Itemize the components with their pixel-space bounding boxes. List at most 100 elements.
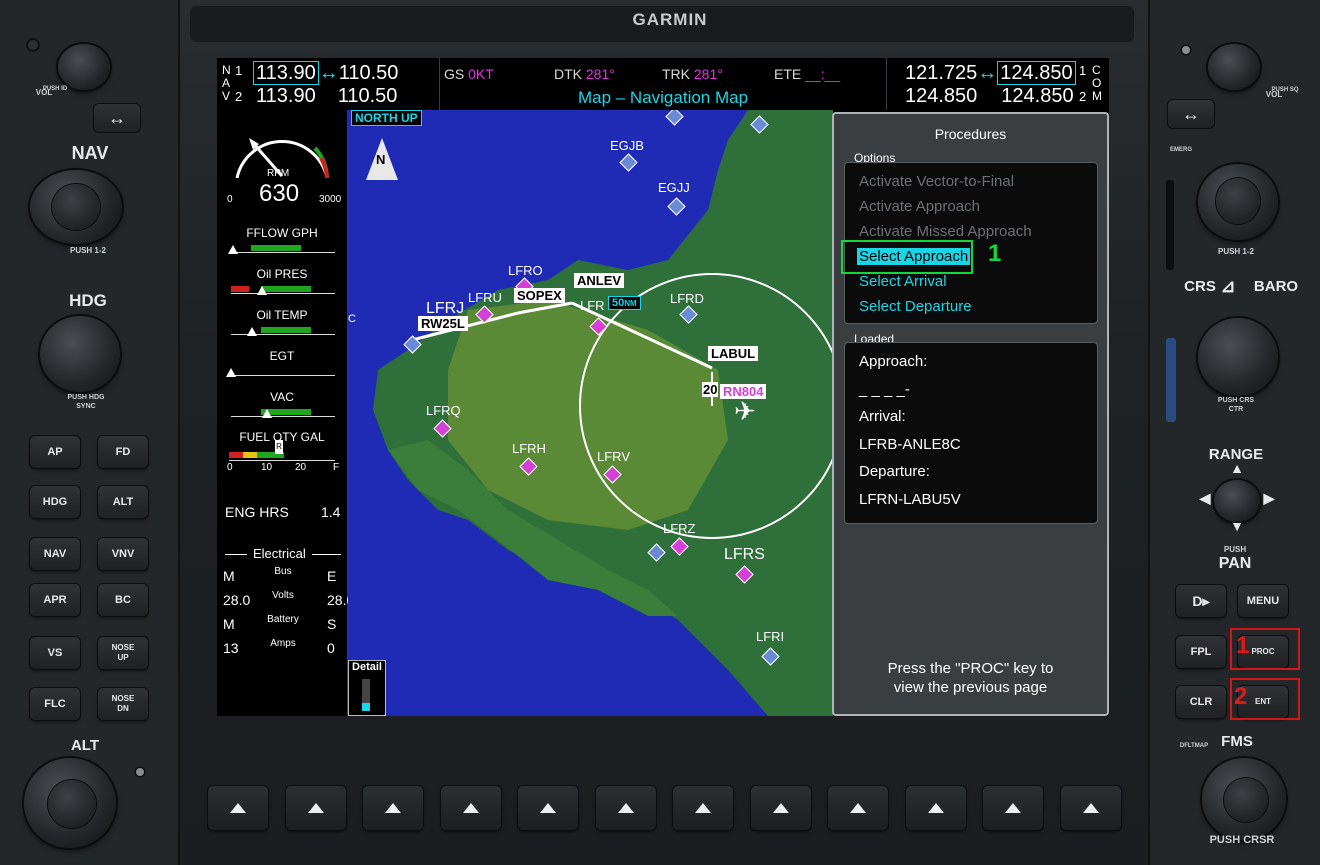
nav1-standby-freq[interactable]: 110.50 [339,62,399,84]
nav2-standby-freq[interactable]: 110.50 [338,85,398,107]
triangle-up-icon [772,803,789,813]
flc-label: FLC [44,698,66,710]
clr-label: CLR [1189,696,1213,708]
com-slot [1166,180,1174,270]
fflow-label: FFLOW GPH [246,226,318,240]
wpt-lfrq: LFRQ [426,403,461,418]
flc-button[interactable]: FLC [30,688,80,720]
menu-button[interactable]: MENU [1238,585,1288,617]
com-knob[interactable] [1198,164,1278,240]
com1-standby-freq[interactable]: 124.850 [997,61,1076,85]
electrical-left: 28.0 [223,592,251,608]
triangle-up-icon [1005,803,1021,813]
wpt-anlev: ANLEV [574,273,625,288]
fpl-label: FPL [1190,646,1212,658]
trk-value: 281° [693,66,723,82]
detail-indicator[interactable]: Detail [348,660,386,716]
direct-to-button[interactable]: D▸ [1176,585,1226,617]
garmin-logo: GARMIN [632,10,708,29]
nav-swap-button[interactable]: ↔ [94,104,140,132]
electrical-mid: Amps [270,638,296,649]
north-up-indicator[interactable]: NORTH UP [351,110,422,126]
hdg-button[interactable]: HDG [30,486,80,518]
apr-button[interactable]: APR [30,584,80,616]
fd-label: FD [115,446,131,458]
range-down-arrow-icon: ▼ [1230,518,1244,534]
softkey-6-button[interactable] [595,786,656,830]
softkey-4-button[interactable] [440,786,501,830]
triangle-up-icon [927,803,944,813]
hdg-label: HDG [42,496,68,508]
softkey-11-button[interactable] [983,786,1043,830]
com-vol-push-label: PUSH SQ [1271,87,1299,93]
option-activate-approach: Activate Approach [859,198,980,215]
nav-button[interactable]: NAV [30,538,80,570]
option-select-arrival[interactable]: Select Arrival [859,273,947,290]
triangle-up-icon [617,803,634,813]
trk-label: TRK [662,66,690,82]
softkey-5-button[interactable] [518,786,578,830]
map-range-value: 50 [612,297,625,309]
clr-button[interactable]: CLR [1176,686,1226,718]
softkey-9-button[interactable] [828,786,888,830]
crs-baro-knob[interactable] [1198,318,1278,396]
softkey-12-button[interactable] [1060,786,1121,830]
softkey-1-button[interactable] [208,786,268,830]
com-volume-knob[interactable] [1208,44,1260,90]
option-select-departure[interactable]: Select Departure [859,298,972,315]
ap-button[interactable]: AP [30,436,80,468]
loaded-item: _ _ _ _- [859,380,910,398]
nav-volume-knob[interactable] [58,44,110,90]
vs-button[interactable]: VS [30,637,80,669]
nose-dn-button[interactable]: NOSE DN [98,688,148,720]
map-terrain [348,110,833,716]
softkey-7-button[interactable] [673,786,733,830]
hdg-knob[interactable] [40,316,120,392]
softkey-10-button[interactable] [905,786,966,830]
electrical-right: S [327,616,337,632]
softkey-8-button[interactable] [750,786,811,830]
softkey-row [180,778,1121,838]
nav-label: NAV [43,548,67,560]
softkey-3-button[interactable] [363,786,423,830]
electrical-mid: Bus [274,566,292,577]
swap-arrow-icon: ↔ [318,62,339,84]
nav-knob[interactable] [30,170,122,244]
nav-letters: N A V [222,63,231,103]
nav2-active-freq[interactable]: 113.90 [256,85,316,107]
navigation-map[interactable]: NORTH UP N C EGJB EGJJ LFRO ANLEV LFRJ L… [348,110,833,716]
com1-active-freq[interactable]: 121.725 [905,62,977,84]
page-title: Map – Navigation Map [577,88,749,107]
hdg-push-label: PUSH HDG SYNC [67,394,105,410]
fd-button[interactable]: FD [98,436,148,468]
alt-button[interactable]: ALT [98,486,148,518]
alt-knob[interactable] [24,758,116,848]
rpm-min: 0 [227,194,233,205]
com-swap-button[interactable]: ↔ [1168,100,1214,128]
electrical-mid: Battery [267,614,299,625]
softkey-2-button[interactable] [285,786,346,830]
bc-button[interactable]: BC [98,584,148,616]
range-pan-knob[interactable] [1214,480,1260,522]
nav1-active-freq[interactable]: 113.90 [253,61,319,85]
wpt-rw25l: RW25L [418,316,468,331]
baro-label: BARO [1253,278,1299,295]
swap-arrow-icon: ↔ [1182,103,1200,124]
crs-baro-icon: ⊿ [1220,276,1236,296]
mfd-screen: N A V 1 2 113.90 ↔110.50 113.90 110.50 GS … [217,58,1109,716]
option-activate-missed-approach: Activate Missed Approach [859,223,1032,240]
nose-up-button[interactable]: NOSE UP [98,637,148,669]
com-letters: C O M [1092,63,1102,103]
vs-label: VS [47,647,63,659]
com2-standby-freq[interactable]: 124.850 [1001,85,1073,107]
vnv-button[interactable]: VNV [98,538,148,570]
fpl-button[interactable]: FPL [1176,636,1226,668]
com-push-label: PUSH 1-2 [1217,247,1254,256]
fms-knob[interactable] [1202,758,1286,840]
fuel-tick-20: 20 [295,462,307,473]
com2-active-freq[interactable]: 124.850 [905,85,977,107]
crs-push-label: PUSH CRS CTR [1217,397,1255,413]
select-approach-step-marker: 1 [988,240,1002,267]
vac-label: VAC [270,390,294,404]
fflow-pointer-icon [228,245,239,254]
